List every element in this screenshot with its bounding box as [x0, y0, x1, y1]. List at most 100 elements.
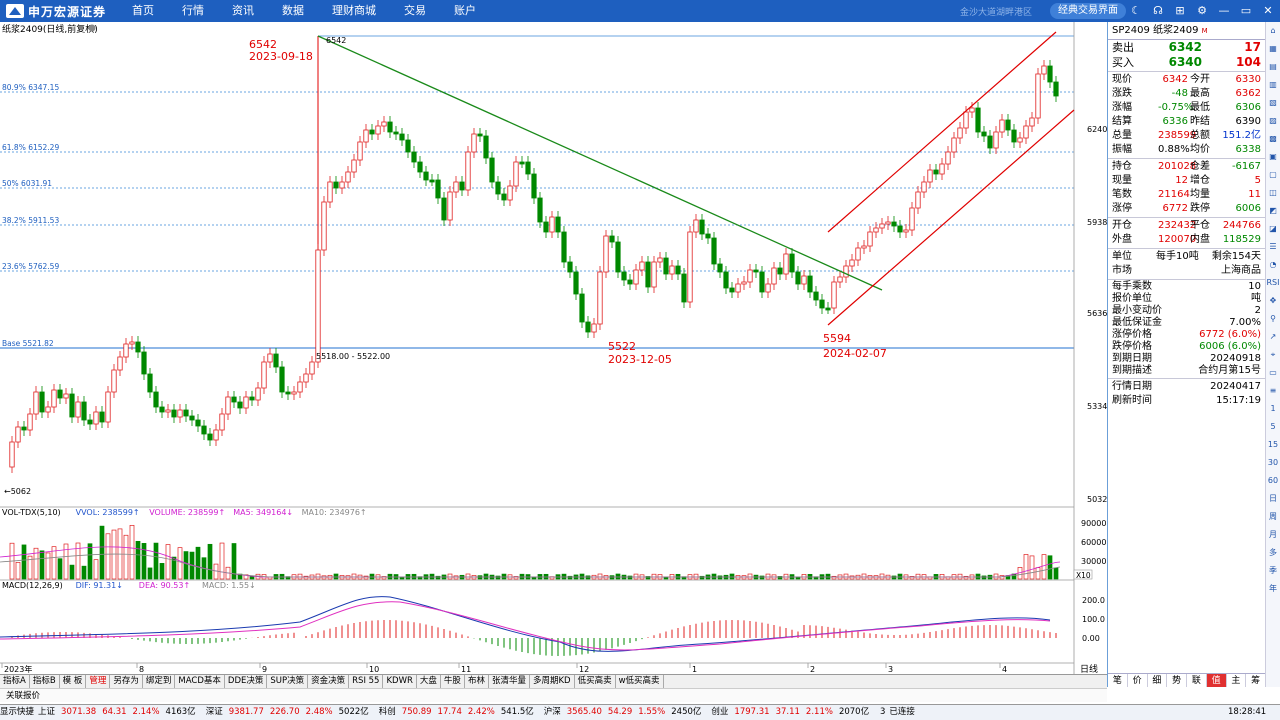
index-ticker[interactable]: 上证 3071.38 64.31 2.14% 4163亿	[38, 705, 202, 720]
volume-bar	[891, 575, 897, 580]
volume-bar	[315, 573, 321, 580]
quote-tab[interactable]: 主	[1227, 674, 1247, 687]
sidebar-tool[interactable]: ▩	[1267, 131, 1280, 146]
index-ticker[interactable]: 创业 1797.31 37.11 2.11% 2070亿	[711, 705, 875, 720]
ask-price: 6342	[1168, 40, 1202, 54]
sidebar-tool[interactable]: ↗	[1267, 329, 1280, 344]
index-ticker[interactable]: 沪深 3565.40 54.29 1.55% 2450亿	[544, 705, 708, 720]
sidebar-tool[interactable]: ✥	[1267, 293, 1280, 308]
indicator-tab[interactable]: w低买高卖	[616, 675, 664, 688]
sidebar-tool[interactable]: ☰	[1267, 239, 1280, 254]
indicator-tab[interactable]: 指标A	[0, 675, 30, 688]
chart-options-icon[interactable]	[88, 24, 96, 32]
quote-label: 最高	[1190, 88, 1210, 99]
ask-row[interactable]: 卖出 6342 17	[1108, 40, 1265, 55]
sidebar-tool[interactable]: ◪	[1267, 221, 1280, 236]
price-tick: 6240	[1087, 125, 1107, 134]
sidebar-tool[interactable]: ▢	[1267, 167, 1280, 182]
sidebar-tool[interactable]: ▨	[1267, 113, 1280, 128]
quote-tab[interactable]: 笔	[1108, 674, 1128, 687]
nav-item[interactable]: 行情	[168, 0, 218, 22]
sidebar-tool[interactable]: ⌖	[1267, 347, 1280, 362]
candle	[303, 373, 309, 383]
sidebar-tool[interactable]: 30	[1267, 455, 1280, 470]
quote-tab[interactable]: 联	[1187, 674, 1207, 687]
nav-item[interactable]: 理财商城	[318, 0, 390, 22]
nav-item[interactable]: 资讯	[218, 0, 268, 22]
indicator-tab[interactable]: MACD基本	[175, 675, 225, 688]
candle	[597, 271, 603, 325]
indicator-tab[interactable]: KDWR	[383, 675, 417, 688]
quote-tab[interactable]: 筹	[1246, 674, 1266, 687]
volume-bar	[897, 573, 903, 580]
quote-tab[interactable]: 价	[1128, 674, 1148, 687]
sidebar-tool[interactable]: ≡	[1267, 383, 1280, 398]
sidebar-tool[interactable]: 5	[1267, 419, 1280, 434]
quote-tab[interactable]: 势	[1167, 674, 1187, 687]
restore-icon[interactable]: ▭	[1238, 3, 1254, 19]
sidebar-tool[interactable]: ▤	[1267, 59, 1280, 74]
sidebar-tool[interactable]: 周	[1267, 509, 1280, 524]
bid-row[interactable]: 买入 6340 104	[1108, 55, 1265, 70]
gear-icon[interactable]: ⚙	[1194, 3, 1210, 19]
index-ticker[interactable]: 深证 9381.77 226.70 2.48% 5022亿	[206, 705, 375, 720]
indicator-tab[interactable]: 管理	[86, 675, 111, 688]
sidebar-tool[interactable]: ⌂	[1267, 23, 1280, 38]
indicator-tab[interactable]: 大盘	[417, 675, 441, 688]
nav-item[interactable]: 交易	[390, 0, 440, 22]
indicator-tab[interactable]: 资金决策	[308, 675, 350, 688]
volume-bar	[825, 573, 831, 580]
headset-icon[interactable]: ☊	[1150, 3, 1166, 19]
indicator-tab[interactable]: 多周期KD	[530, 675, 575, 688]
indicator-tab[interactable]: RSI 55	[349, 675, 384, 688]
index-ticker[interactable]: 科创 750.89 17.74 2.42% 541.5亿	[379, 705, 540, 720]
indicator-tab[interactable]: DDE决策	[225, 675, 268, 688]
sidebar-tool[interactable]: 日	[1267, 491, 1280, 506]
quote-date-value: 20240417	[1210, 381, 1261, 392]
sidebar-tool[interactable]: 季	[1267, 563, 1280, 578]
indicator-tab[interactable]: 低买高卖	[575, 675, 616, 688]
indicator-tab[interactable]: 张清华量	[489, 675, 530, 688]
grid-icon[interactable]: ⊞	[1172, 3, 1188, 19]
indicator-tab[interactable]: 牛股	[441, 675, 465, 688]
quote-tab[interactable]: 值	[1206, 674, 1227, 687]
sidebar-tool[interactable]: ▣	[1267, 149, 1280, 164]
volume-bar	[369, 573, 375, 580]
sidebar-tool[interactable]: ◔	[1267, 257, 1280, 272]
indicator-tab[interactable]: 绑定到	[143, 675, 176, 688]
indicator-tab[interactable]: SUP决策	[267, 675, 309, 688]
close-icon[interactable]: ✕	[1260, 3, 1276, 19]
sidebar-tool[interactable]: ◩	[1267, 203, 1280, 218]
moon-icon[interactable]: ☾	[1128, 3, 1144, 19]
candle	[429, 179, 435, 183]
related-quote-bar[interactable]: 关联报价	[0, 688, 1107, 702]
sidebar-tool[interactable]: 月	[1267, 527, 1280, 542]
minimize-icon[interactable]: —	[1216, 3, 1232, 19]
volume-bar	[1029, 555, 1035, 580]
sidebar-tool[interactable]: 年	[1267, 581, 1280, 596]
nav-item[interactable]: 账户	[440, 0, 490, 22]
show-shortcut-button[interactable]: 显示快捷	[0, 705, 34, 720]
nav-item[interactable]: 数据	[268, 0, 318, 22]
sidebar-tool[interactable]: 多	[1267, 545, 1280, 560]
nav-item[interactable]: 首页	[118, 0, 168, 22]
sidebar-tool[interactable]: 15	[1267, 437, 1280, 452]
sidebar-tool[interactable]: ▦	[1267, 41, 1280, 56]
indicator-tab[interactable]: 模 板	[60, 675, 87, 688]
sidebar-tool[interactable]: ▥	[1267, 77, 1280, 92]
sidebar-tool[interactable]: 60	[1267, 473, 1280, 488]
classic-trade-button[interactable]: 经典交易界面	[1050, 3, 1126, 19]
sidebar-tool[interactable]: ▭	[1267, 365, 1280, 380]
sidebar-tool[interactable]: ▧	[1267, 95, 1280, 110]
sidebar-tool[interactable]: RSI	[1267, 275, 1280, 290]
indicator-tab[interactable]: 布林	[465, 675, 489, 688]
indicator-tab[interactable]: 另存为	[110, 675, 143, 688]
quote-tab[interactable]: 细	[1148, 674, 1168, 687]
chart-area[interactable]: 纸浆2409(日线,前复权) 80.9% 6347.15 61.8% 6152.29…	[0, 22, 1107, 677]
sidebar-tool[interactable]: 1	[1267, 401, 1280, 416]
sidebar-tool[interactable]: ⚲	[1267, 311, 1280, 326]
kline-chart[interactable]: 纸浆2409(日线,前复权) 80.9% 6347.15 61.8% 6152.29…	[0, 22, 1107, 677]
spec-row: 到期日期 20240918	[1108, 353, 1265, 365]
indicator-tab[interactable]: 指标B	[30, 675, 60, 688]
sidebar-tool[interactable]: ◫	[1267, 185, 1280, 200]
